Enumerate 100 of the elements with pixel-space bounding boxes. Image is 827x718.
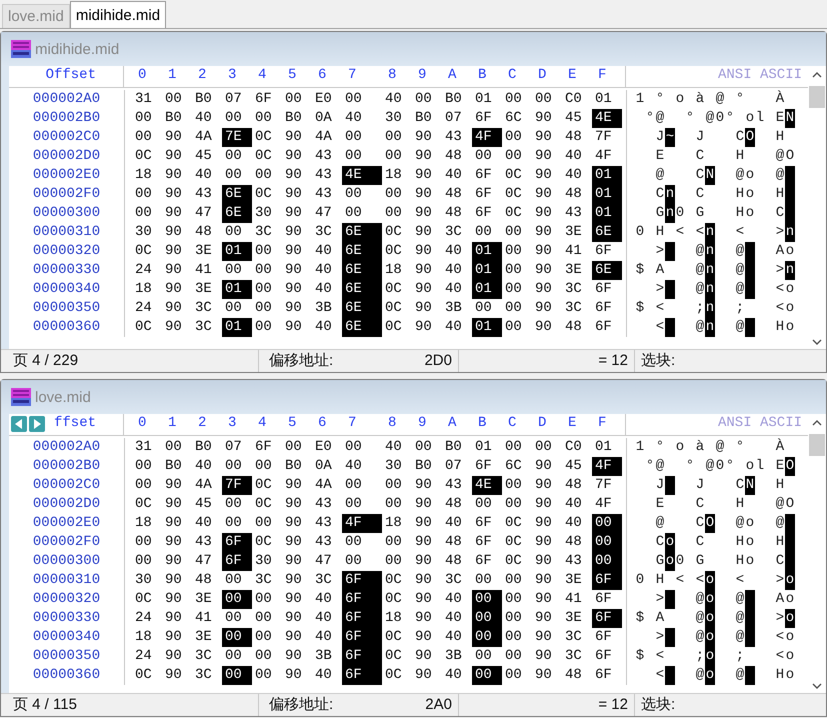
hex-byte: 6E <box>342 318 382 337</box>
offset-label: 00000360 <box>32 666 100 685</box>
scrollbar-thumb[interactable] <box>809 86 825 108</box>
hex-byte: 07 <box>444 109 463 128</box>
hex-byte: 00 <box>592 533 622 552</box>
hex-byte: 00 <box>224 299 243 318</box>
hex-byte: 48 <box>564 185 583 204</box>
hex-byte: 6F <box>594 628 613 647</box>
hex-byte: 48 <box>444 533 463 552</box>
hex-byte: 90 <box>164 185 183 204</box>
hex-byte: 90 <box>534 185 553 204</box>
hex-byte: 00 <box>472 609 502 628</box>
hex-byte: 6C <box>504 109 523 128</box>
hex-byte: 00 <box>472 628 502 647</box>
app-logo-icon <box>11 40 31 58</box>
hex-byte: 6E <box>592 223 622 242</box>
hex-byte: 3C <box>564 628 583 647</box>
hex-byte: 47 <box>194 204 213 223</box>
hex-byte: 48 <box>564 128 583 147</box>
hex-byte: 40 <box>314 242 333 261</box>
hex-byte: 0C <box>504 185 523 204</box>
hex-byte: 00 <box>534 90 553 109</box>
ascii-text: @ CO @o @ <box>635 514 795 533</box>
hex-byte: 90 <box>534 242 553 261</box>
hex-byte: 3E <box>564 223 583 242</box>
hex-byte: 48 <box>564 476 583 495</box>
ascii-text: 1 ° o à @ ° À <box>635 90 786 109</box>
column-header: 5 <box>287 66 298 85</box>
chevron-up-icon[interactable] <box>811 418 823 428</box>
hex-byte: 90 <box>414 666 433 685</box>
hex-byte: 90 <box>534 166 553 185</box>
hex-byte: 18 <box>134 628 153 647</box>
hex-byte: 0C <box>384 628 403 647</box>
window-title: love.mid <box>35 388 91 406</box>
hex-byte: 30 <box>384 109 403 128</box>
offset-label: 00000340 <box>32 280 100 299</box>
hex-byte: B0 <box>194 438 213 457</box>
hex-byte: 90 <box>414 299 433 318</box>
hex-byte: 24 <box>134 261 153 280</box>
ascii-text: Co C Ho H <box>635 533 795 552</box>
hex-byte: 90 <box>414 552 433 571</box>
hex-byte: 6F <box>594 590 613 609</box>
hex-byte: 40 <box>444 280 463 299</box>
hex-byte: 90 <box>534 609 553 628</box>
hex-byte: 90 <box>284 318 303 337</box>
hex-byte: 3B <box>314 647 333 666</box>
hex-byte: 00 <box>504 609 523 628</box>
hex-byte: 90 <box>534 590 553 609</box>
ascii-text: > @o @ Ao <box>654 590 795 609</box>
hex-byte: 48 <box>444 147 463 166</box>
hex-byte: 6F <box>594 666 613 685</box>
block-label: 选块: <box>641 352 676 369</box>
hex-byte: 43 <box>314 495 333 514</box>
offset-label: 000002F0 <box>32 533 100 552</box>
chevron-up-icon[interactable] <box>811 70 823 80</box>
chevron-down-icon[interactable] <box>811 681 823 691</box>
hex-byte: 48 <box>564 533 583 552</box>
hex-byte: 90 <box>414 223 433 242</box>
hex-byte: 90 <box>534 280 553 299</box>
hex-byte: 45 <box>194 495 213 514</box>
hex-byte: 48 <box>564 666 583 685</box>
hex-byte: 3C <box>564 299 583 318</box>
hex-byte: 45 <box>194 147 213 166</box>
hex-byte: 00 <box>224 609 243 628</box>
hex-byte: 45 <box>564 109 583 128</box>
hex-byte: 6F <box>474 166 493 185</box>
scrollbar-thumb[interactable] <box>809 434 825 456</box>
hex-byte: 90 <box>534 223 553 242</box>
hex-byte: 0C <box>134 147 153 166</box>
file-tab[interactable]: midihide.mid <box>70 1 166 28</box>
column-header: 8 <box>387 414 398 433</box>
hex-byte: 40 <box>564 514 583 533</box>
hex-byte: 90 <box>164 147 183 166</box>
column-header: 7 <box>347 66 358 85</box>
ascii-text: $ < ;o ; <o <box>635 647 795 666</box>
hex-byte: 01 <box>592 204 622 223</box>
hex-byte: 30 <box>384 457 403 476</box>
hex-byte: 00 <box>504 90 523 109</box>
hex-byte: 40 <box>344 457 363 476</box>
hex-byte: 90 <box>414 495 433 514</box>
hex-byte: 3C <box>254 571 273 590</box>
hex-byte: B0 <box>414 109 433 128</box>
hex-byte: 90 <box>284 609 303 628</box>
hex-byte: 48 <box>194 223 213 242</box>
offset-label: 000002C0 <box>32 476 100 495</box>
hex-byte: 0C <box>384 590 403 609</box>
chevron-down-icon[interactable] <box>811 337 823 347</box>
hex-byte: 90 <box>414 261 433 280</box>
hex-byte: 90 <box>164 590 183 609</box>
hex-byte: 00 <box>474 495 493 514</box>
hex-byte: 90 <box>164 476 183 495</box>
hex-byte: 00 <box>384 147 403 166</box>
column-header: 2 <box>197 66 208 85</box>
hex-byte: 7E <box>222 128 252 147</box>
hex-byte: 00 <box>384 185 403 204</box>
hex-byte: 01 <box>472 318 502 337</box>
hex-byte: 48 <box>444 185 463 204</box>
hex-byte: 90 <box>164 128 183 147</box>
hex-byte: 90 <box>534 261 553 280</box>
page-indicator: 页 4 / 229 <box>13 352 78 369</box>
